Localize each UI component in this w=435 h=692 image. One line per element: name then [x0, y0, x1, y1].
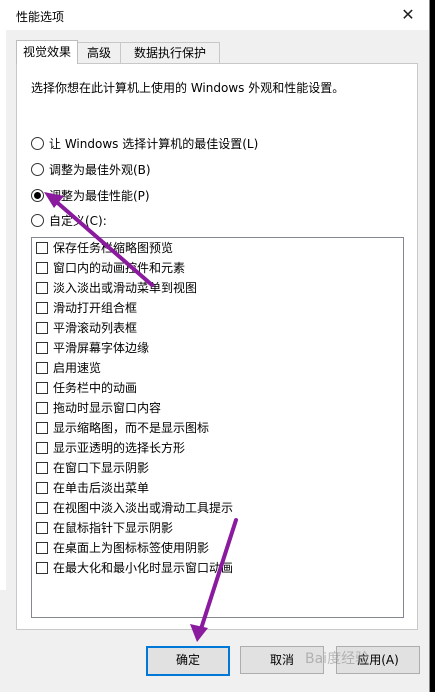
checkbox[interactable]: [36, 502, 48, 514]
radio-label: 调整为最佳外观(B): [49, 163, 151, 177]
radio-button-selected[interactable]: [31, 189, 44, 202]
checkbox-label: 保存任务栏缩略图预览: [53, 241, 174, 255]
checkbox-label: 淡入淡出或滑动菜单到视图: [53, 281, 198, 295]
checkbox-label: 在鼠标指针下显示阴影: [53, 521, 174, 535]
background-window-strip: [0, 0, 6, 590]
checkbox[interactable]: [36, 302, 48, 314]
checkbox-label: 启用速览: [53, 361, 102, 375]
radio-label: 调整为最佳性能(P): [49, 189, 150, 203]
checkbox-label: 窗口内的动画控件和元素: [53, 261, 186, 275]
checkbox-label: 任务栏中的动画: [53, 381, 138, 395]
checkbox[interactable]: [36, 342, 48, 354]
checkbox-label: 在窗口下显示阴影: [53, 461, 150, 475]
checkbox-label: 在单击后淡出菜单: [53, 481, 150, 495]
apply-button[interactable]: 应用(A): [336, 646, 420, 674]
checkbox[interactable]: [36, 382, 48, 394]
radio-label: 让 Windows 选择计算机的最佳设置(L): [49, 137, 259, 151]
checkbox[interactable]: [36, 242, 48, 254]
radio-button[interactable]: [31, 214, 44, 227]
checkbox[interactable]: [36, 442, 48, 454]
checkbox[interactable]: [36, 542, 48, 554]
checkbox[interactable]: [36, 402, 48, 414]
checkbox[interactable]: [36, 462, 48, 474]
checkbox[interactable]: [36, 282, 48, 294]
visual-effects-panel: 选择你想在此计算机上使用的 Windows 外观和性能设置。 让 Windows…: [16, 63, 418, 630]
checkbox-label: 拖动时显示窗口内容: [53, 401, 162, 415]
radio-button[interactable]: [31, 137, 44, 150]
performance-options-dialog: 性能选项 ✕ 视觉效果 高级 数据执行保护 选择你想在此计算机上使用的 Wind…: [0, 0, 430, 692]
window-title: 性能选项: [16, 10, 65, 24]
checkbox[interactable]: [36, 262, 48, 274]
close-icon[interactable]: ✕: [395, 4, 421, 26]
checkbox-label: 显示亚透明的选择长方形: [53, 441, 186, 455]
cancel-button[interactable]: 取消: [240, 646, 324, 674]
tab-visual-effects[interactable]: 视觉效果: [16, 40, 78, 64]
checkbox-label: 滑动打开组合框: [53, 301, 138, 315]
checkbox[interactable]: [36, 522, 48, 534]
checkbox-label: 平滑滚动列表框: [53, 321, 138, 335]
panel-description: 选择你想在此计算机上使用的 Windows 外观和性能设置。: [31, 81, 345, 95]
checkbox-label: 在视图中淡入淡出或滑动工具提示: [53, 501, 234, 515]
checkbox[interactable]: [36, 562, 48, 574]
radio-button[interactable]: [31, 163, 44, 176]
checkbox-label: 显示缩略图，而不是显示图标: [53, 421, 210, 435]
checkbox-label: 平滑屏幕字体边缘: [53, 341, 150, 355]
title-bar: 性能选项 ✕: [0, 0, 429, 30]
checkbox[interactable]: [36, 422, 48, 434]
tab-advanced[interactable]: 高级: [77, 42, 121, 63]
checkbox[interactable]: [36, 362, 48, 374]
radio-label: 自定义(C):: [49, 214, 107, 228]
checkbox-label: 在桌面上为图标标签使用阴影: [53, 541, 210, 555]
visual-effects-list[interactable]: 保存任务栏缩略图预览 窗口内的动画控件和元素 淡入淡出或滑动菜单到视图 滑动打开…: [31, 237, 404, 618]
checkbox[interactable]: [36, 322, 48, 334]
tab-data-execution-prevention[interactable]: 数据执行保护: [120, 42, 220, 63]
checkbox[interactable]: [36, 482, 48, 494]
checkbox-label: 在最大化和最小化时显示窗口动画: [53, 561, 234, 575]
ok-button[interactable]: 确定: [146, 646, 230, 676]
